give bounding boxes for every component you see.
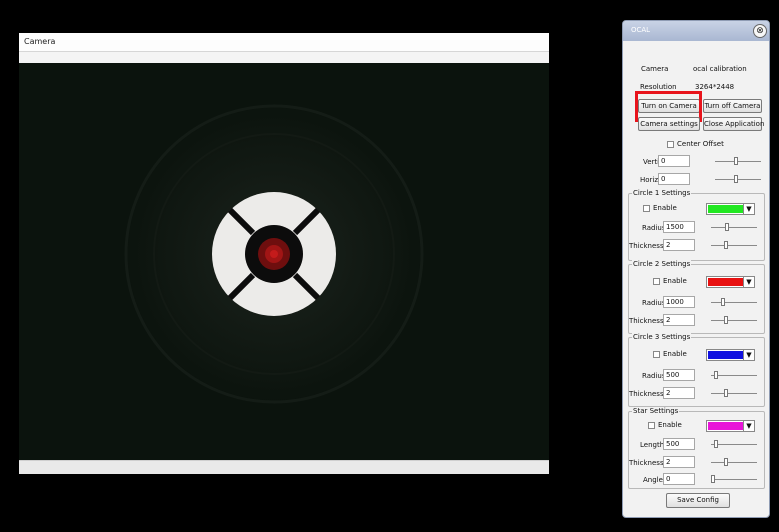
circle-2-radius-label: Radius	[642, 299, 666, 307]
camera-window-statusbar	[19, 460, 549, 474]
circle-1-enable-checkbox[interactable]	[643, 205, 650, 212]
star-color-swatch	[708, 422, 744, 430]
star-length-input[interactable]: 500	[663, 438, 695, 450]
slider-thumb[interactable]	[711, 475, 715, 483]
circle-1-thickness-label: Thickness	[629, 242, 664, 250]
circle-3-thickness-slider[interactable]	[711, 388, 757, 398]
camera-label: Camera	[641, 65, 669, 73]
star-thickness-input[interactable]: 2	[663, 456, 695, 468]
star-thickness-label: Thickness	[629, 459, 664, 467]
circle-3-radius-slider[interactable]	[711, 370, 757, 380]
star-color-select[interactable]: ▼	[706, 420, 755, 432]
circle-3-thickness-label: Thickness	[629, 390, 664, 398]
panel-title: OCAL	[631, 26, 651, 34]
circle-1-enable-label: Enable	[653, 204, 677, 212]
slider-thumb[interactable]	[714, 440, 718, 448]
circle-1-thickness-input[interactable]: 2	[663, 239, 695, 251]
camera-window-title: Camera	[24, 37, 56, 46]
circle-1-settings-title: Circle 1 Settings	[632, 189, 692, 197]
star-angle-input[interactable]: 0	[663, 473, 695, 485]
circle-2-settings-group: Circle 2 Settings Enable ▼ Radius 1000 T…	[628, 260, 765, 334]
camera-settings-button[interactable]: Camera settings	[638, 117, 700, 131]
chevron-down-icon[interactable]: ▼	[743, 277, 754, 287]
circle-3-color-swatch	[708, 351, 744, 359]
chevron-down-icon[interactable]: ▼	[743, 421, 754, 431]
circle-3-settings-title: Circle 3 Settings	[632, 333, 692, 341]
slider-thumb[interactable]	[724, 241, 728, 249]
slider-thumb[interactable]	[734, 175, 738, 183]
chevron-down-icon[interactable]: ▼	[743, 350, 754, 360]
close-application-button[interactable]: Close Application	[703, 117, 764, 131]
center-offset-label: Center Offset	[677, 140, 724, 148]
circle-2-enable-checkbox[interactable]	[653, 278, 660, 285]
circle-3-thickness-input[interactable]: 2	[663, 387, 695, 399]
star-thickness-slider[interactable]	[711, 457, 757, 467]
camera-value: ocal calibration	[693, 65, 747, 73]
chevron-down-icon[interactable]: ▼	[743, 204, 754, 214]
slider-thumb[interactable]	[734, 157, 738, 165]
panel-titlebar[interactable]: OCAL	[623, 21, 769, 41]
circle-1-settings-group: Circle 1 Settings Enable ▼ Radius 1500 T…	[628, 189, 765, 261]
slider-thumb[interactable]	[724, 458, 728, 466]
slider-thumb[interactable]	[714, 371, 718, 379]
slider-thumb[interactable]	[724, 316, 728, 324]
circle-3-radius-input[interactable]: 500	[663, 369, 695, 381]
star-enable-label: Enable	[658, 421, 682, 429]
resolution-label: Resolution	[640, 83, 677, 91]
save-config-button[interactable]: Save Config	[666, 493, 730, 508]
circle-1-thickness-slider[interactable]	[711, 240, 757, 250]
circle-2-radius-slider[interactable]	[711, 297, 757, 307]
star-angle-slider[interactable]	[711, 474, 757, 484]
turn-off-camera-button[interactable]: Turn off Camera	[703, 99, 762, 113]
horizontal-input[interactable]: 0	[658, 173, 690, 185]
center-offset-checkbox[interactable]	[667, 141, 674, 148]
resolution-value: 3264*2448	[695, 83, 735, 91]
circle-3-color-select[interactable]: ▼	[706, 349, 755, 361]
circle-2-color-select[interactable]: ▼	[706, 276, 755, 288]
circle-3-radius-label: Radius	[642, 372, 666, 380]
circle-2-thickness-input[interactable]: 2	[663, 314, 695, 326]
circle-3-settings-group: Circle 3 Settings Enable ▼ Radius 500 Th…	[628, 333, 765, 407]
camera-feed	[19, 63, 549, 460]
circle-2-enable-label: Enable	[663, 277, 687, 285]
slider-thumb[interactable]	[721, 298, 725, 306]
circle-1-radius-slider[interactable]	[711, 222, 757, 232]
circle-2-color-swatch	[708, 278, 744, 286]
circle-2-thickness-label: Thickness	[629, 317, 664, 325]
star-angle-label: Angle	[643, 476, 663, 484]
slider-thumb[interactable]	[724, 389, 728, 397]
circle-1-radius-label: Radius	[642, 224, 666, 232]
camera-image	[124, 104, 424, 404]
star-settings-title: Star Settings	[632, 407, 680, 415]
circle-3-enable-label: Enable	[663, 350, 687, 358]
vertical-input[interactable]: 0	[658, 155, 690, 167]
circle-3-enable-checkbox[interactable]	[653, 351, 660, 358]
circle-1-color-swatch	[708, 205, 744, 213]
circle-2-thickness-slider[interactable]	[711, 315, 757, 325]
star-enable-checkbox[interactable]	[648, 422, 655, 429]
circle-2-settings-title: Circle 2 Settings	[632, 260, 692, 268]
close-icon[interactable]: ⊗	[753, 24, 767, 38]
circle-1-color-select[interactable]: ▼	[706, 203, 755, 215]
star-length-label: Length	[640, 441, 665, 449]
circle-2-radius-input[interactable]: 1000	[663, 296, 695, 308]
circle-1-radius-input[interactable]: 1500	[663, 221, 695, 233]
camera-window-titlebar[interactable]: Camera	[19, 33, 549, 52]
camera-window: Camera	[19, 33, 549, 474]
star-length-slider[interactable]	[711, 439, 757, 449]
ocal-panel: OCAL ⊗ Camera ocal calibration Resolutio…	[622, 20, 770, 518]
horizontal-slider[interactable]	[715, 174, 761, 184]
slider-thumb[interactable]	[725, 223, 729, 231]
star-settings-group: Star Settings Enable ▼ Length 500 Thickn…	[628, 407, 765, 489]
vertical-slider[interactable]	[715, 156, 761, 166]
